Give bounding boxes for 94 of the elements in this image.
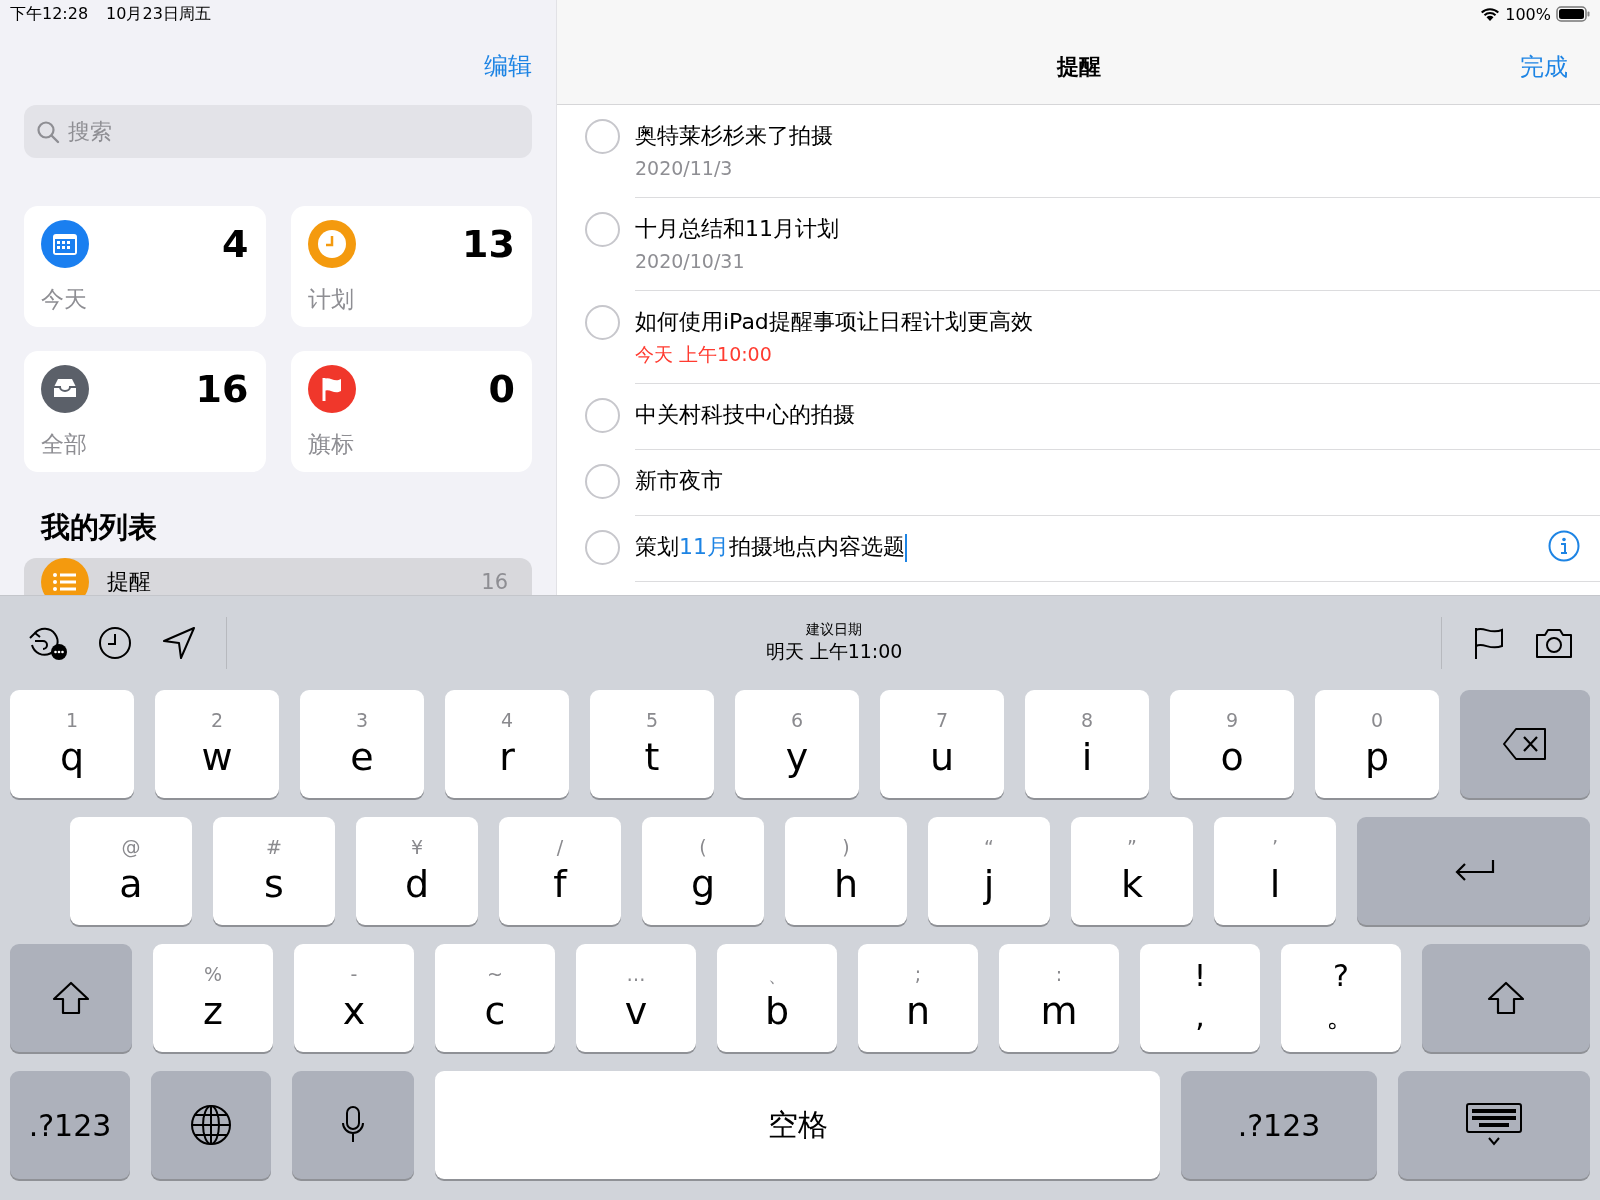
count-label: 13 xyxy=(462,222,515,266)
keyboard-key[interactable]: 2 w xyxy=(155,690,279,798)
keyboard-key[interactable]: … v xyxy=(576,944,696,1052)
keyboard-key[interactable]: 9 o xyxy=(1170,690,1294,798)
keyboard-key[interactable]: 6 y xyxy=(735,690,859,798)
battery-icon xyxy=(1556,6,1590,22)
reminder-title: 中关村科技中心的拍摄 xyxy=(635,401,856,429)
smart-list-card[interactable]: 13 计划 xyxy=(290,206,532,327)
keyboard-dismiss-icon xyxy=(1465,1102,1523,1148)
keyboard-key[interactable]: ~ c xyxy=(435,944,555,1052)
globe-icon xyxy=(190,1104,232,1146)
keyboard-key[interactable]: - x xyxy=(294,944,414,1052)
tray-icon xyxy=(41,365,89,413)
keyboard-key[interactable]: 5 t xyxy=(590,690,714,798)
checkbox[interactable] xyxy=(585,464,620,499)
clock-icon xyxy=(307,220,356,268)
number-mode-key[interactable]: .?123 xyxy=(10,1071,130,1179)
flag-icon[interactable] xyxy=(1472,626,1504,660)
card-label: 今天 xyxy=(41,285,88,314)
keyboard-key[interactable]: 3 e xyxy=(300,690,424,798)
shift-key[interactable] xyxy=(1422,944,1590,1052)
keyboard-key[interactable]: ¥ d xyxy=(356,817,478,925)
keyboard-key[interactable]: “ j xyxy=(928,817,1050,925)
smart-list-card[interactable]: 16 全部 xyxy=(24,351,266,472)
reminder-title: 奥特莱杉杉来了拍摄 xyxy=(635,122,834,150)
count-label: 4 xyxy=(222,222,249,266)
card-label: 全部 xyxy=(41,430,88,459)
status-date: 10月23日周五 xyxy=(106,3,211,25)
reminder-title: 新市夜市 xyxy=(635,467,724,495)
done-button[interactable]: 完成 xyxy=(1520,51,1568,83)
wifi-icon xyxy=(1480,6,1501,22)
status-time: 下午12:28 xyxy=(10,3,89,25)
card-label: 计划 xyxy=(307,285,355,314)
checkbox[interactable] xyxy=(585,530,620,565)
microphone-key[interactable] xyxy=(292,1071,414,1179)
keyboard-key[interactable]: 、 b xyxy=(717,944,837,1052)
globe-key[interactable] xyxy=(151,1071,271,1179)
battery-percent: 100% xyxy=(1505,4,1551,24)
smart-list-card[interactable]: 4 今天 xyxy=(24,206,266,327)
keyboard-key[interactable]: 0 p xyxy=(1315,690,1439,798)
list-count: 16 xyxy=(481,570,508,594)
space-bar[interactable]: 空格 xyxy=(435,1071,1160,1179)
keyboard-dismiss-key[interactable] xyxy=(1398,1071,1590,1179)
delete-icon xyxy=(1502,727,1548,761)
keyboard-key[interactable]: 7 u xyxy=(880,690,1004,798)
count-label: 16 xyxy=(195,367,249,411)
reminder-title: 如何使用iPad提醒事项让日程计划更高效 xyxy=(635,308,1034,336)
reminder-date: 2020/11/3 xyxy=(635,156,734,181)
keyboard-key[interactable]: # s xyxy=(213,817,335,925)
keyboard-key[interactable]: ? 。 xyxy=(1281,944,1401,1052)
camera-icon[interactable] xyxy=(1534,627,1574,659)
list-item[interactable]: 提醒 16 xyxy=(24,558,532,595)
checkbox[interactable] xyxy=(585,398,620,433)
keyboard-key[interactable]: ! , xyxy=(1140,944,1260,1052)
return-key[interactable] xyxy=(1357,817,1590,925)
section-title: 我的列表 xyxy=(41,509,158,546)
calendar-icon xyxy=(41,220,89,268)
keyboard-key[interactable]: ( g xyxy=(642,817,764,925)
info-icon[interactable] xyxy=(1548,530,1580,562)
reminder-title: 十月总结和11月计划 xyxy=(635,215,840,243)
date-suggestion[interactable]: 建议日期 明天 上午11:00 xyxy=(257,621,1411,665)
clock-icon[interactable] xyxy=(98,626,132,660)
keyboard-key[interactable]: 1 q xyxy=(10,690,134,798)
keyboard-key[interactable]: ) h xyxy=(785,817,907,925)
search-field[interactable]: 搜索 xyxy=(24,105,532,158)
shift-icon xyxy=(1487,981,1525,1015)
shift-key[interactable] xyxy=(10,944,132,1052)
delete-key[interactable] xyxy=(1460,690,1590,798)
keyboard-key[interactable]: ” k xyxy=(1071,817,1193,925)
keyboard-key[interactable]: ’ l xyxy=(1214,817,1336,925)
reminder-date: 2020/10/31 xyxy=(635,249,746,274)
flag-icon xyxy=(307,365,356,413)
keyboard-key[interactable]: % z xyxy=(153,944,273,1052)
list-title: 提醒 xyxy=(1056,53,1101,81)
keyboard-key[interactable]: 8 i xyxy=(1025,690,1149,798)
microphone-icon xyxy=(340,1105,366,1145)
checkbox[interactable] xyxy=(585,305,620,340)
shift-icon xyxy=(52,981,90,1015)
keyboard-key[interactable]: ; n xyxy=(858,944,978,1052)
keyboard-key[interactable]: : m xyxy=(999,944,1119,1052)
list-icon xyxy=(41,558,89,595)
count-label: 0 xyxy=(488,367,515,411)
keyboard-key[interactable]: 4 r xyxy=(445,690,569,798)
reminder-date: 今天 上午10:00 xyxy=(635,342,773,367)
number-mode-key[interactable]: .?123 xyxy=(1181,1071,1377,1179)
smart-list-card[interactable]: 0 旗标 xyxy=(290,351,532,472)
checkbox[interactable] xyxy=(585,119,620,154)
reminder-title-field[interactable]: 策划11月 拍摄地点内容选题 xyxy=(635,530,1548,564)
checkbox[interactable] xyxy=(585,212,620,247)
location-arrow-icon[interactable] xyxy=(162,626,196,660)
keyboard-key[interactable]: @ a xyxy=(70,817,192,925)
keyboard-key[interactable]: / f xyxy=(499,817,621,925)
card-label: 旗标 xyxy=(307,430,355,459)
list-name: 提醒 xyxy=(107,568,152,595)
